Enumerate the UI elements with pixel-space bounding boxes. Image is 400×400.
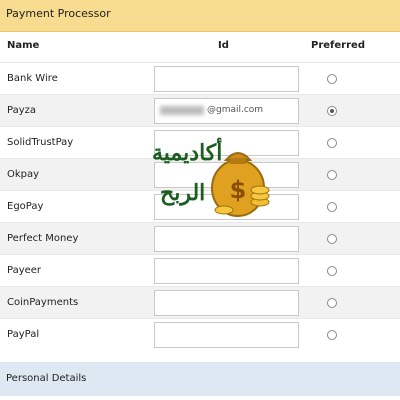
svg-text:$: $ <box>230 176 247 204</box>
watermark-logo: $ أكاديمية الربح <box>152 136 272 226</box>
processor-id-input[interactable]: @gmail.com <box>154 98 299 124</box>
watermark-text-line2: الربح <box>160 180 206 206</box>
processor-id-input[interactable] <box>154 226 299 252</box>
masked-email-username <box>160 106 204 115</box>
table-row: PayPal <box>0 318 400 350</box>
payment-processor-header: Payment Processor <box>0 0 400 32</box>
watermark-text-line1: أكاديمية <box>152 140 223 166</box>
table-row: CoinPayments <box>0 286 400 318</box>
preferred-radio[interactable] <box>327 74 337 84</box>
processor-name: EgoPay <box>7 201 44 212</box>
personal-details-header: Personal Details <box>0 362 400 396</box>
processor-name: PayPal <box>7 329 40 340</box>
preferred-radio[interactable] <box>327 234 337 244</box>
table-row: Payza @gmail.com <box>0 94 400 126</box>
personal-details-title: Personal Details <box>6 373 87 384</box>
preferred-radio[interactable] <box>327 170 337 180</box>
processor-id-input[interactable] <box>154 66 299 92</box>
processor-name: Bank Wire <box>7 73 58 84</box>
payment-processor-title: Payment Processor <box>6 7 111 20</box>
preferred-radio[interactable] <box>327 266 337 276</box>
preferred-radio[interactable] <box>327 138 337 148</box>
table-row: Payeer <box>0 254 400 286</box>
processor-id-input[interactable] <box>154 290 299 316</box>
preferred-radio[interactable] <box>327 298 337 308</box>
email-domain-text: @gmail.com <box>207 105 264 115</box>
processor-name: Payza <box>7 105 37 116</box>
processor-id-input[interactable] <box>154 322 299 348</box>
processor-name: Perfect Money <box>7 233 79 244</box>
preferred-radio[interactable] <box>327 106 337 116</box>
preferred-radio[interactable] <box>327 330 337 340</box>
column-header-preferred: Preferred <box>311 40 365 51</box>
processor-name: Payeer <box>7 265 42 276</box>
processor-name: SolidTrustPay <box>7 137 74 148</box>
column-header-id: Id <box>218 40 229 51</box>
table-row: Perfect Money <box>0 222 400 254</box>
column-header-name: Name <box>7 40 40 51</box>
table-row: Bank Wire <box>0 62 400 94</box>
preferred-radio[interactable] <box>327 202 337 212</box>
processor-name: Okpay <box>7 169 40 180</box>
processor-id-input[interactable] <box>154 258 299 284</box>
processor-name: CoinPayments <box>7 297 79 308</box>
